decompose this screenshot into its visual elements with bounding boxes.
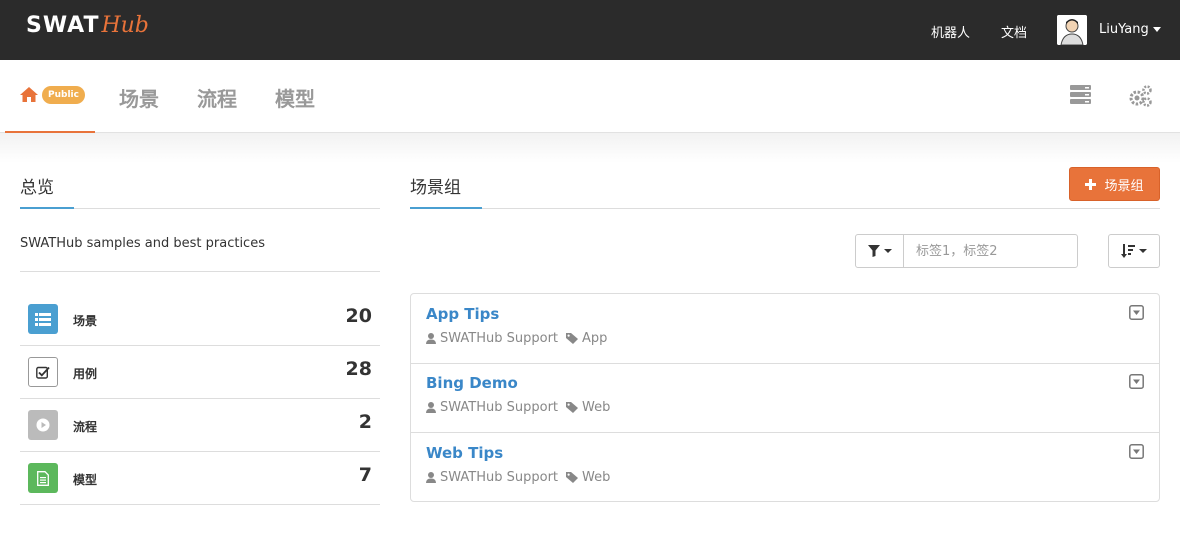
stat-label: 场景 (73, 314, 98, 328)
tag-icon (566, 402, 579, 413)
description-divider (20, 271, 380, 272)
stat-count: 20 (345, 305, 372, 327)
group-tag[interactable]: Web (582, 400, 610, 415)
user-icon (426, 402, 436, 413)
expand-button[interactable] (1129, 305, 1144, 324)
group-title-link[interactable]: Bing Demo (426, 374, 518, 392)
public-badge: Public (42, 86, 85, 104)
user-avatar-icon (1057, 15, 1087, 45)
tab-scenarios[interactable]: 场景 (119, 83, 159, 112)
group-tag[interactable]: Web (582, 470, 610, 485)
plus-icon (1085, 178, 1097, 190)
caret-square-down-icon (1129, 374, 1144, 389)
expand-button[interactable] (1129, 374, 1144, 393)
stat-count: 7 (358, 464, 372, 486)
overview-divider (20, 208, 380, 209)
gears-icon (1129, 85, 1152, 107)
chevron-down-icon (883, 249, 892, 253)
chevron-down-icon (1152, 27, 1161, 32)
group-title-link[interactable]: Web Tips (426, 444, 503, 462)
tab-models[interactable]: 模型 (275, 83, 315, 112)
document-icon (28, 463, 58, 493)
stat-label: 流程 (73, 420, 98, 434)
stat-label: 用例 (73, 367, 98, 381)
docs-link[interactable]: 文档 (1001, 22, 1027, 41)
server-button[interactable] (1070, 85, 1091, 108)
stat-row-models[interactable]: 模型 7 (20, 452, 380, 505)
filter-button[interactable] (855, 234, 904, 268)
sort-button[interactable] (1108, 234, 1160, 268)
sort-icon (1121, 244, 1135, 258)
groups-title: 场景组 (410, 178, 461, 198)
stat-row-cases[interactable]: 用例 28 (20, 346, 380, 399)
swathub-logo[interactable]: SWAT Hub (26, 13, 149, 43)
stat-count: 2 (358, 411, 372, 433)
group-owner: SWATHub Support (440, 400, 559, 415)
stat-count: 28 (345, 358, 372, 380)
groups-divider (410, 208, 1160, 209)
stat-row-flows[interactable]: 流程 2 (20, 399, 380, 452)
list-icon (28, 304, 58, 334)
caret-square-down-icon (1129, 444, 1144, 459)
tag-filter-input[interactable] (903, 234, 1078, 268)
logo-main-text: SWAT (26, 13, 100, 38)
stat-row-scenarios[interactable]: 场景 20 (20, 293, 380, 346)
group-title-link[interactable]: App Tips (426, 305, 499, 323)
expand-button[interactable] (1129, 444, 1144, 463)
user-name: LiuYang (1099, 22, 1149, 37)
settings-button[interactable] (1129, 85, 1152, 111)
overview-title: 总览 (20, 178, 54, 198)
tag-icon (566, 333, 579, 344)
stat-label: 模型 (73, 473, 98, 487)
tag-icon (566, 472, 579, 483)
logo-script-text: Hub (101, 13, 149, 38)
group-owner: SWATHub Support (440, 331, 559, 346)
group-meta: SWATHub Support App (426, 331, 607, 346)
robot-link[interactable]: 机器人 (931, 22, 970, 41)
group-meta: SWATHub Support Web (426, 470, 610, 485)
group-owner: SWATHub Support (440, 470, 559, 485)
project-description: SWATHub samples and best practices (20, 236, 265, 251)
checkbox-icon (28, 357, 58, 387)
groups-title-underline (410, 207, 482, 209)
user-icon (426, 333, 436, 344)
top-navbar: SWAT Hub 机器人 文档 LiuYang (0, 0, 1180, 60)
user-menu-button[interactable]: LiuYang (1099, 22, 1161, 37)
list-item: App Tips SWATHub Support App (411, 294, 1159, 364)
tab-flows[interactable]: 流程 (197, 83, 237, 112)
overview-title-underline (20, 207, 74, 209)
home-icon (20, 87, 38, 102)
caret-square-down-icon (1129, 305, 1144, 320)
filter-icon (867, 245, 880, 257)
play-icon (28, 410, 58, 440)
chevron-down-icon (1139, 249, 1147, 253)
add-scenario-group-button[interactable]: 场景组 (1069, 167, 1160, 201)
group-meta: SWATHub Support Web (426, 400, 610, 415)
user-icon (426, 472, 436, 483)
list-item: Bing Demo SWATHub Support Web (411, 363, 1159, 433)
header-shadow (0, 133, 1180, 163)
avatar[interactable] (1057, 15, 1087, 45)
main-tabs: Public 场景 流程 模型 (0, 60, 1180, 133)
group-tag[interactable]: App (582, 331, 607, 346)
tab-home[interactable]: Public (5, 60, 95, 133)
add-button-label: 场景组 (1104, 178, 1144, 194)
scenario-group-list: App Tips SWATHub Support App Bing Demo S… (410, 293, 1160, 502)
list-item: Web Tips SWATHub Support Web (411, 433, 1159, 503)
server-icon (1070, 85, 1091, 104)
